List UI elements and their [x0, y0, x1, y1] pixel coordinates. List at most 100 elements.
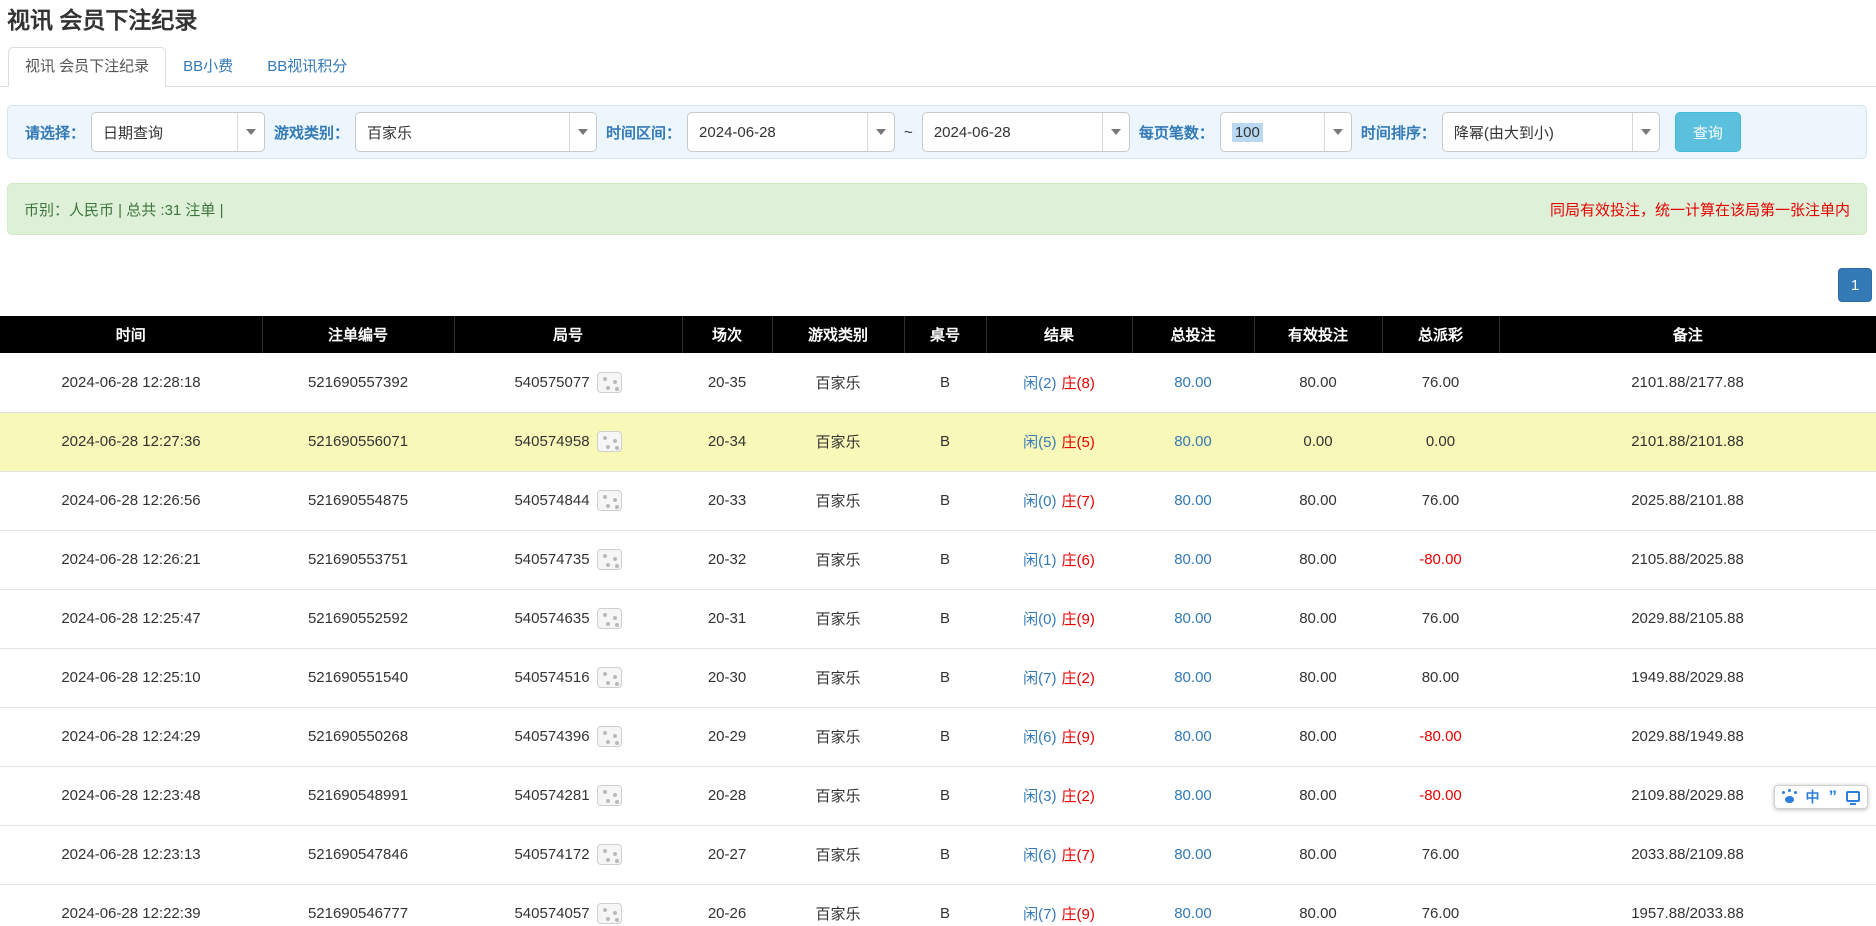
total-bet-link[interactable]: 80.00	[1174, 669, 1212, 686]
bet-time: 2024-06-28 12:23:13	[0, 825, 262, 884]
time-sort-select[interactable]: 降幂(由大到小)	[1442, 112, 1660, 152]
total-bet-link[interactable]: 80.00	[1174, 433, 1212, 450]
game-type-label: 游戏类别：	[274, 122, 349, 143]
total-bet-link[interactable]: 80.00	[1174, 846, 1212, 863]
table-row: 2024-06-28 12:23:13 521690547846 5405741…	[0, 825, 1876, 884]
paw-icon[interactable]	[1782, 790, 1797, 803]
bet-time: 2024-06-28 12:25:10	[0, 648, 262, 707]
total-bet-cell: 80.00	[1132, 589, 1254, 648]
caret-down-icon[interactable]	[1102, 113, 1129, 151]
total-bet-cell: 80.00	[1132, 530, 1254, 589]
total-bet-link[interactable]: 80.00	[1174, 551, 1212, 568]
bet-number: 521690550268	[262, 707, 454, 766]
result-banker: 庄(2)	[1062, 670, 1095, 687]
date-to-input[interactable]: 2024-06-28	[922, 112, 1130, 152]
result-banker: 庄(8)	[1062, 375, 1095, 392]
pagination: 1	[0, 268, 1872, 302]
total-bet-link[interactable]: 80.00	[1174, 492, 1212, 509]
bet-number: 521690547846	[262, 825, 454, 884]
dice-icon[interactable]	[597, 608, 622, 629]
total-bet-cell: 80.00	[1132, 471, 1254, 530]
result-player: 闲(6)	[1023, 847, 1056, 864]
total-bet-link[interactable]: 80.00	[1174, 728, 1212, 745]
dice-icon[interactable]	[597, 490, 622, 511]
remark: 1957.88/2033.88	[1631, 905, 1744, 922]
session: 20-34	[682, 412, 772, 471]
result-banker: 庄(7)	[1062, 847, 1095, 864]
dice-icon[interactable]	[597, 785, 622, 806]
remark: 2101.88/2177.88	[1631, 374, 1744, 391]
result-cell: 闲(1)庄(6)	[986, 530, 1132, 589]
table-number: B	[904, 884, 986, 926]
table-row: 2024-06-28 12:27:36 521690556071 5405749…	[0, 412, 1876, 471]
page-size-input[interactable]: 100	[1220, 112, 1352, 152]
table-head: 时间 注单编号 局号 场次 游戏类别 桌号 结果 总投注 有效投注 总派彩 备注	[0, 316, 1876, 353]
date-range-label: 时间区间：	[606, 122, 681, 143]
game-type: 百家乐	[772, 766, 904, 825]
search-button[interactable]: 查询	[1675, 112, 1741, 152]
col-header-payout: 总派彩	[1382, 316, 1499, 353]
tab-bb-tips[interactable]: BB小费	[166, 47, 250, 87]
dice-icon[interactable]	[597, 726, 622, 747]
col-header-time: 时间	[0, 316, 262, 353]
page-1-button[interactable]: 1	[1838, 268, 1872, 302]
round-number: 540574635	[514, 610, 589, 627]
remark: 1949.88/2029.88	[1631, 669, 1744, 686]
remark-cell: 2033.88/2109.88	[1499, 825, 1876, 884]
game-type: 百家乐	[772, 530, 904, 589]
total-bet-link[interactable]: 80.00	[1174, 787, 1212, 804]
session: 20-35	[682, 353, 772, 412]
valid-bet: 80.00	[1254, 766, 1382, 825]
tab-betting-records[interactable]: 视讯 会员下注纪录	[8, 47, 166, 87]
dice-icon[interactable]	[597, 549, 622, 570]
total-bet-link[interactable]: 80.00	[1174, 905, 1212, 922]
caret-down-icon[interactable]	[867, 113, 894, 151]
dice-icon[interactable]	[597, 844, 622, 865]
table-row: 2024-06-28 12:25:47 521690552592 5405746…	[0, 589, 1876, 648]
total-bet-cell: 80.00	[1132, 412, 1254, 471]
session: 20-26	[682, 884, 772, 926]
date-from-input[interactable]: 2024-06-28	[687, 112, 895, 152]
col-header-table-number: 桌号	[904, 316, 986, 353]
result-cell: 闲(0)庄(9)	[986, 589, 1132, 648]
table-row: 2024-06-28 12:22:39 521690546777 5405740…	[0, 884, 1876, 926]
remark-cell: 2029.88/1949.88	[1499, 707, 1876, 766]
total-bet-link[interactable]: 80.00	[1174, 374, 1212, 391]
total-bet-link[interactable]: 80.00	[1174, 610, 1212, 627]
table-number: B	[904, 766, 986, 825]
monitor-icon[interactable]	[1846, 791, 1860, 802]
table-row: 2024-06-28 12:26:21 521690553751 5405747…	[0, 530, 1876, 589]
payout: -80.00	[1382, 707, 1499, 766]
game-type: 百家乐	[772, 707, 904, 766]
session: 20-32	[682, 530, 772, 589]
result-cell: 闲(6)庄(9)	[986, 707, 1132, 766]
caret-down-icon[interactable]	[569, 113, 596, 151]
query-type-select[interactable]: 日期查询	[91, 112, 265, 152]
dice-icon[interactable]	[597, 372, 622, 393]
valid-bet: 80.00	[1254, 707, 1382, 766]
round-number: 540574958	[514, 433, 589, 450]
remark: 2029.88/2105.88	[1631, 610, 1744, 627]
caret-down-icon[interactable]	[1632, 113, 1659, 151]
total-bet-cell: 80.00	[1132, 353, 1254, 412]
bet-number: 521690556071	[262, 412, 454, 471]
caret-down-icon[interactable]	[237, 113, 264, 151]
valid-bet: 80.00	[1254, 825, 1382, 884]
tab-bb-points[interactable]: BB视讯积分	[250, 47, 364, 87]
game-type: 百家乐	[772, 825, 904, 884]
caret-down-icon[interactable]	[1324, 113, 1351, 151]
result-banker: 庄(9)	[1062, 611, 1095, 628]
dice-icon[interactable]	[597, 667, 622, 688]
round-cell: 540574958	[454, 412, 682, 471]
quote-icon[interactable]: ”	[1829, 791, 1838, 801]
game-type-select[interactable]: 百家乐	[355, 112, 597, 152]
table-number: B	[904, 825, 986, 884]
result-player: 闲(0)	[1023, 493, 1056, 510]
round-number: 540574172	[514, 846, 589, 863]
remark: 2029.88/1949.88	[1631, 728, 1744, 745]
dice-icon[interactable]	[597, 431, 622, 452]
payout: 76.00	[1382, 353, 1499, 412]
remark: 2101.88/2101.88	[1631, 433, 1744, 450]
chinese-translate-icon[interactable]: 中	[1806, 789, 1820, 803]
dice-icon[interactable]	[597, 903, 622, 924]
